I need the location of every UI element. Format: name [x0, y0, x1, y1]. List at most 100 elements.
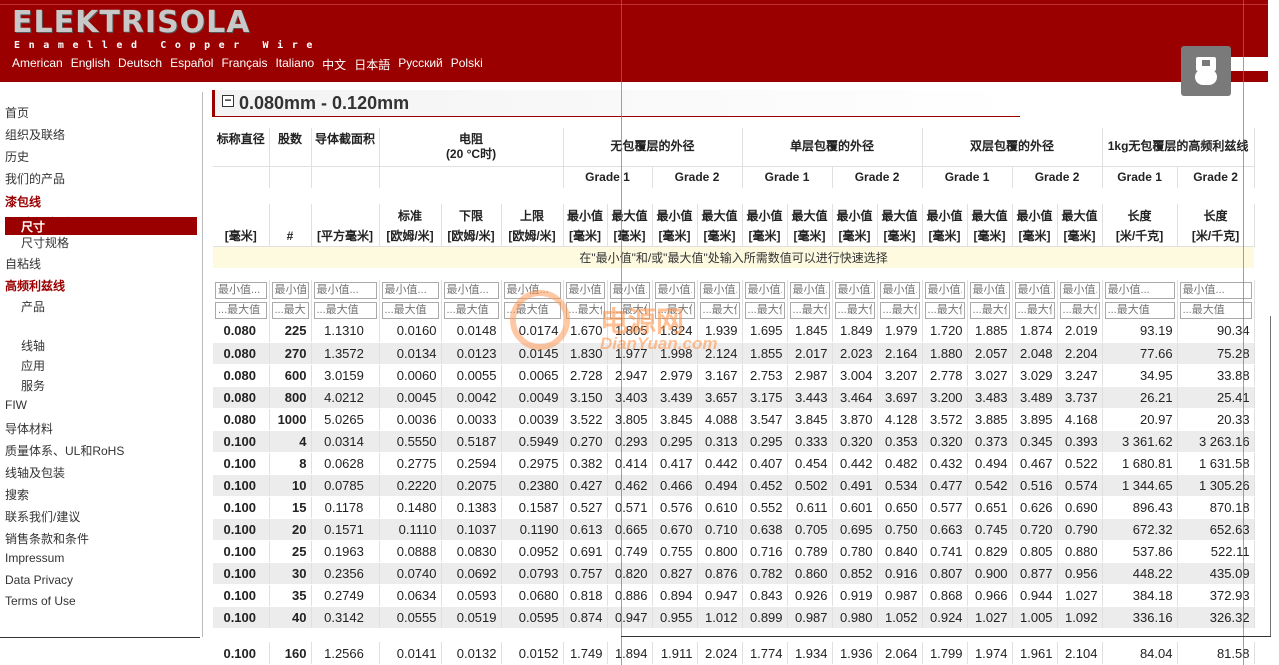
filter-min-input[interactable]	[381, 281, 439, 299]
sidebar-item[interactable]: 我们的产品	[5, 170, 65, 187]
filter-max-input[interactable]	[503, 301, 561, 319]
table-cell: 0.414	[607, 452, 653, 475]
filter-max-input[interactable]	[924, 301, 965, 319]
table-cell: 2.947	[607, 364, 653, 387]
filter-max-input[interactable]	[699, 301, 740, 319]
sidebar-item[interactable]: 高频利兹线	[5, 277, 65, 294]
filter-max-input[interactable]	[443, 301, 499, 319]
filter-min-input[interactable]	[654, 281, 695, 299]
collapse-icon[interactable]: −	[222, 94, 234, 107]
filter-max-input[interactable]	[969, 301, 1010, 319]
language-link[interactable]: Русский	[398, 56, 443, 73]
table-cell: 0.442	[832, 452, 878, 475]
filter-max-input[interactable]	[834, 301, 875, 319]
filter-min-input[interactable]	[1179, 281, 1252, 299]
sidebar-item[interactable]: Data Privacy	[5, 573, 73, 587]
table-cell: 0.0593	[441, 584, 502, 607]
filter-max-input[interactable]	[789, 301, 830, 319]
user-icon[interactable]	[1181, 46, 1231, 96]
filter-min-input[interactable]	[1014, 281, 1055, 299]
sidebar-item[interactable]: Terms of Use	[5, 594, 76, 608]
filter-min-input[interactable]	[313, 281, 377, 299]
filter-min-input[interactable]	[924, 281, 965, 299]
sidebar-item[interactable]: 联系我们/建议	[5, 508, 80, 525]
language-link[interactable]: Español	[170, 56, 213, 73]
table-cell: 0.0123	[441, 342, 502, 365]
filter-min-input[interactable]	[609, 281, 650, 299]
filter-min-input[interactable]	[443, 281, 499, 299]
filter-min-input[interactable]	[879, 281, 920, 299]
logo[interactable]: ELEKTRISOLA	[12, 6, 251, 40]
sidebar-item[interactable]: 线轴	[21, 337, 45, 354]
filter-min-input[interactable]	[215, 281, 267, 299]
filter-max-input[interactable]	[744, 301, 785, 319]
language-link[interactable]: Italiano	[275, 56, 314, 73]
language-link[interactable]: 中文	[322, 56, 346, 73]
language-link[interactable]: Deutsch	[118, 56, 162, 73]
sidebar-item[interactable]: 质量体系、UL和RoHS	[5, 442, 124, 459]
filter-min-input[interactable]	[834, 281, 875, 299]
sidebar-item[interactable]: 历史	[5, 148, 29, 165]
filter-max-input[interactable]	[271, 301, 309, 319]
sidebar-item[interactable]: 搜索	[5, 486, 29, 503]
filter-max-input[interactable]	[565, 301, 605, 319]
filter-min-input[interactable]	[744, 281, 785, 299]
filter-min-input[interactable]	[503, 281, 561, 299]
sidebar-item[interactable]: 销售条款和条件	[5, 530, 89, 547]
table-cell: 2.753	[742, 364, 788, 387]
filter-max-input[interactable]	[381, 301, 439, 319]
language-link[interactable]: American	[12, 56, 63, 73]
table-cell: 0.0160	[379, 320, 442, 343]
table-cell: 3.572	[922, 408, 968, 431]
section-header[interactable]: − 0.080mm - 0.120mm	[212, 90, 1020, 116]
table-cell: 0.0042	[441, 386, 502, 409]
filter-max-input[interactable]	[654, 301, 695, 319]
filter-max-input[interactable]	[609, 301, 650, 319]
filter-max-input[interactable]	[313, 301, 377, 319]
table-cell: 30	[269, 562, 312, 585]
sidebar-item[interactable]: 产品	[21, 298, 45, 315]
sidebar-item[interactable]: 自粘线	[5, 255, 41, 272]
filter-max-input[interactable]	[1059, 301, 1100, 319]
table-cell: 2.064	[877, 642, 923, 664]
filter-min-input[interactable]	[969, 281, 1010, 299]
sidebar-item[interactable]: 线轴及包装	[5, 464, 65, 481]
sidebar-item[interactable]: 导体材料	[5, 420, 53, 437]
sidebar-divider	[202, 92, 203, 637]
table-cell: 0.695	[832, 518, 878, 541]
language-link[interactable]: English	[71, 56, 110, 73]
filter-max-input[interactable]	[879, 301, 920, 319]
language-link[interactable]: Français	[221, 56, 267, 73]
sidebar-item[interactable]: 尺寸规格	[21, 234, 69, 251]
sidebar-item[interactable]: 服务	[21, 377, 45, 394]
filter-cell	[877, 280, 923, 300]
filter-cell	[1057, 280, 1103, 300]
language-link[interactable]: 日本語	[354, 56, 390, 73]
filter-min-input[interactable]	[1059, 281, 1100, 299]
table-cell: 3.175	[742, 386, 788, 409]
filter-cell	[967, 280, 1013, 300]
filter-max-input[interactable]	[1014, 301, 1055, 319]
table-cell: 0.100	[213, 452, 270, 475]
sidebar-item[interactable]: 应用	[21, 357, 45, 374]
sidebar-item[interactable]: FIW	[5, 398, 27, 412]
filter-min-input[interactable]	[699, 281, 740, 299]
sidebar-item[interactable]: 组织及联络	[5, 126, 65, 143]
table-cell: 3.845	[787, 408, 833, 431]
filter-min-input[interactable]	[271, 281, 309, 299]
sidebar-item[interactable]: Impressum	[5, 551, 64, 565]
table-cell: 448.22	[1102, 562, 1178, 585]
filter-min-input[interactable]	[789, 281, 830, 299]
sidebar-item[interactable]: 首页	[5, 104, 29, 121]
table-cell: 1.774	[742, 642, 788, 664]
sidebar-item-active[interactable]: 尺寸	[5, 217, 197, 235]
filter-max-input[interactable]	[1104, 301, 1175, 319]
table-cell: 0.2220	[379, 474, 442, 497]
filter-min-input[interactable]	[1104, 281, 1175, 299]
filter-max-input[interactable]	[1179, 301, 1252, 319]
filter-max-input[interactable]	[215, 301, 267, 319]
sidebar-item[interactable]: 漆包线	[5, 193, 41, 210]
table-cell: 1.027	[1057, 584, 1103, 607]
filter-min-input[interactable]	[565, 281, 605, 299]
language-link[interactable]: Polski	[451, 56, 483, 73]
